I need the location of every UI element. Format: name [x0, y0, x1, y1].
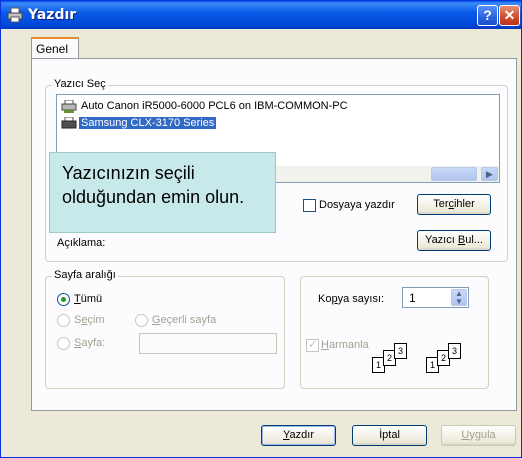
copies-label: Kopya sayısı:: [318, 293, 385, 305]
selection-label: Seçim: [74, 314, 105, 326]
printer-name: Samsung CLX-3170 Series: [79, 117, 217, 129]
apply-button[interactable]: Uygula: [441, 425, 516, 446]
callout-line-1: Yazıcınızın seçili: [62, 163, 195, 183]
printer-group-label: Yazıcı Seç: [52, 78, 108, 90]
print-to-file-checkbox[interactable]: [303, 199, 316, 212]
find-printer-label-post: ul...: [465, 234, 483, 246]
tab-general[interactable]: Genel: [31, 37, 79, 59]
page-icon: 3: [448, 343, 461, 359]
pages-label: Sayfa:: [74, 337, 106, 349]
printer-name: Auto Canon iR5000-6000 PCL6 on IBM-COMMO…: [81, 100, 348, 112]
page-icon: 3: [394, 343, 407, 359]
scroll-thumb[interactable]: [431, 167, 477, 181]
scroll-right-icon[interactable]: ▶: [481, 167, 498, 181]
close-icon: ✕: [503, 7, 516, 23]
window-title: Yazdır: [28, 7, 77, 23]
printer-icon: [61, 116, 77, 129]
close-button[interactable]: ✕: [499, 5, 520, 26]
printer-icon: [7, 7, 23, 23]
help-button[interactable]: ?: [477, 5, 498, 26]
callout-line-2: olduğundan emin olun.: [62, 187, 245, 207]
selection-radio[interactable]: [57, 314, 70, 327]
all-pages-radio[interactable]: [57, 293, 70, 306]
network-printer-icon: [61, 99, 77, 113]
callout-annotation: Yazıcınızın seçili olduğundan emin olun.: [49, 152, 276, 233]
copies-value: 1: [409, 291, 416, 305]
checkmark-icon: ✓: [308, 337, 319, 351]
cancel-button[interactable]: İptal: [352, 425, 427, 446]
page-range-label: Sayfa aralığı: [52, 269, 118, 281]
description-label: Açıklama:: [57, 237, 106, 249]
print-dialog: Yazdır ? ✕ Genel Yazıcı Seç Auto Canon i…: [0, 0, 522, 458]
title-bar[interactable]: Yazdır ? ✕: [1, 1, 521, 29]
help-icon: ?: [483, 7, 492, 23]
printer-item-selected[interactable]: Samsung CLX-3170 Series: [61, 115, 217, 131]
pages-radio[interactable]: [57, 337, 70, 350]
all-pages-label: Tümü: [74, 293, 103, 305]
collate-checkbox[interactable]: ✓: [306, 337, 319, 352]
print-button[interactable]: Yazdır: [261, 425, 336, 446]
collate-label: Harmanla: [321, 339, 369, 351]
apply-label-rest: ygula: [469, 429, 496, 441]
spin-arrows[interactable]: ▲ ▼: [451, 289, 467, 306]
printer-item[interactable]: Auto Canon iR5000-6000 PCL6 on IBM-COMMO…: [61, 98, 350, 114]
find-printer-label-pre: Yazıcı: [425, 234, 458, 246]
copies-spinner[interactable]: 1 ▲ ▼: [402, 287, 469, 308]
preferences-label-pre: Ter: [433, 198, 449, 210]
spin-down-icon[interactable]: ▼: [452, 298, 466, 306]
preferences-button[interactable]: Tercihler: [417, 194, 491, 215]
find-printer-button[interactable]: Yazıcı Bul...: [417, 230, 491, 251]
current-page-radio[interactable]: [135, 314, 148, 327]
preferences-label-post: ihler: [453, 198, 475, 210]
print-label-rest: azdır: [289, 429, 314, 441]
print-to-file-label: Dosyaya yazdır: [319, 199, 395, 211]
current-page-label: Geçerli sayfa: [152, 314, 217, 326]
pages-input[interactable]: [139, 333, 277, 354]
radio-selected-dot: [61, 297, 66, 302]
